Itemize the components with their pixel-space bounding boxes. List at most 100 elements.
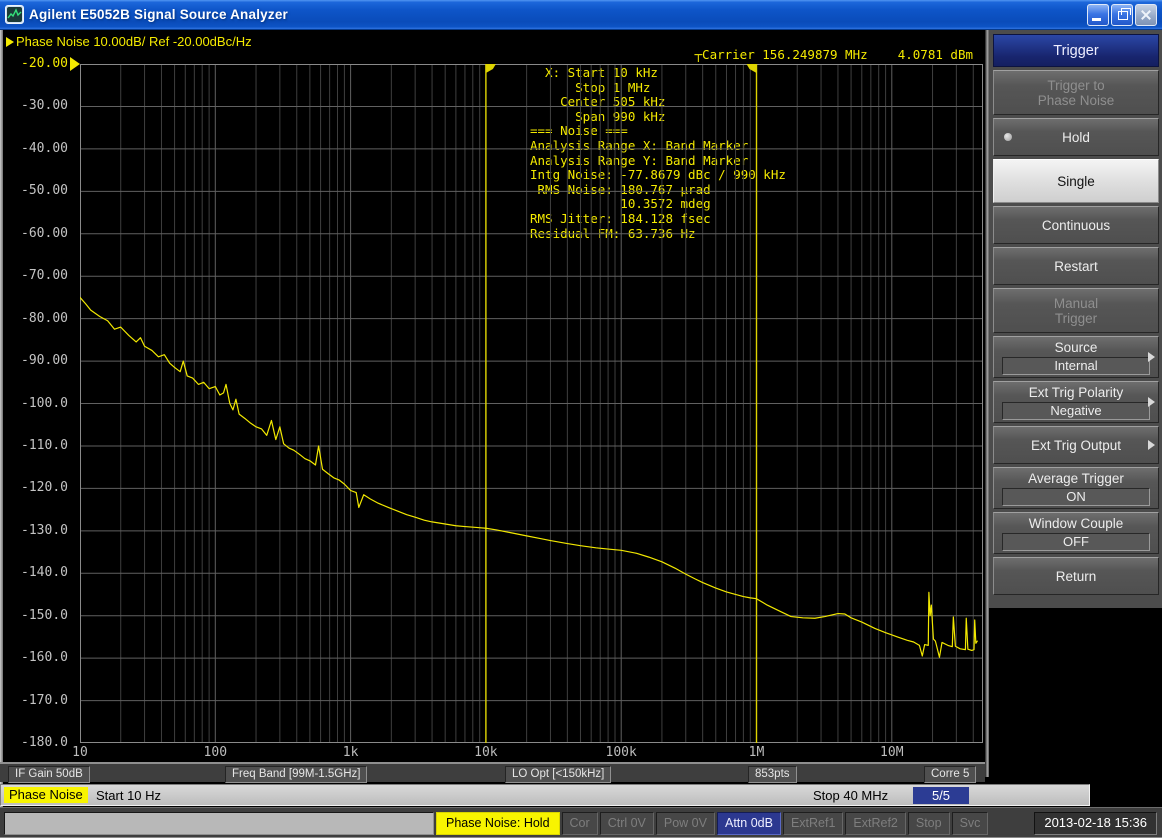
carrier-frequency: 156.249879 MHz [762, 47, 867, 62]
x-axis-label: 10k [474, 745, 497, 760]
reference-level-marker-icon[interactable] [70, 57, 80, 71]
status-state-badge: Phase Noise: Hold [436, 812, 560, 835]
graph-panel: Phase Noise 10.00dB/ Ref -20.00dBc/Hz ┬C… [0, 30, 988, 762]
y-axis-label: -130.0 [12, 523, 68, 538]
sidebar: Trigger Trigger toPhase Noise Hold Single C… [989, 30, 1162, 608]
submenu-arrow-icon [1148, 397, 1155, 407]
band-marker-flag-icon[interactable] [486, 64, 496, 73]
button-label: Ext Trig Output [1031, 438, 1121, 453]
selected-dot-icon [1004, 133, 1012, 141]
carrier-power: 4.0781 dBm [898, 47, 973, 62]
y-axis-label: -150.0 [12, 608, 68, 623]
y-axis-label: -90.00 [12, 353, 68, 368]
ext-trig-polarity-button[interactable]: Ext Trig Polarity Negative [993, 381, 1159, 423]
manual-trigger-button: ManualTrigger [993, 288, 1159, 333]
y-axis-label: -70.00 [12, 268, 68, 283]
button-label: Manual [1054, 296, 1098, 311]
message-field [4, 812, 434, 835]
button-label: Hold [1062, 130, 1090, 145]
if-gain-field[interactable]: IF Gain 50dB [8, 766, 90, 783]
y-axis-label: -140.0 [12, 565, 68, 580]
status-bar: Phase Noise: Hold CorCtrl 0VPow 0VAttn 0… [0, 807, 1162, 838]
status-item-stop: Stop [908, 812, 950, 835]
restore-button[interactable] [1111, 4, 1133, 26]
status-item-pow-0v: Pow 0V [656, 812, 715, 835]
lo-opt-field[interactable]: LO Opt [<150kHz] [505, 766, 611, 783]
trigger-to-phase-noise-button: Trigger toPhase Noise [993, 70, 1159, 115]
single-button[interactable]: Single [993, 159, 1159, 203]
submenu-arrow-icon [1148, 352, 1155, 362]
datetime-field: 2013-02-18 15:36 [1034, 812, 1157, 835]
window-titlebar: Agilent E5052B Signal Source Analyzer [0, 0, 1162, 30]
button-label: Phase Noise [1038, 93, 1115, 108]
average-trigger-value: ON [1002, 488, 1150, 506]
button-label: Restart [1054, 259, 1098, 274]
plot-area[interactable]: X: Start 10 kHz Stop 1 MHz Center 505 kH… [80, 64, 983, 743]
app-icon [5, 5, 24, 24]
button-label: Average Trigger [1028, 471, 1124, 486]
points-field[interactable]: 853pts [748, 766, 797, 783]
status-item-ctrl-0v: Ctrl 0V [600, 812, 654, 835]
y-axis-label: -40.00 [12, 141, 68, 156]
band-marker-flag-icon[interactable] [747, 64, 757, 73]
button-label: Window Couple [1029, 516, 1124, 531]
average-trigger-button[interactable]: Average Trigger ON [993, 467, 1159, 509]
ext-trig-polarity-value: Negative [1002, 402, 1150, 420]
status-item-attn-0db: Attn 0dB [717, 812, 781, 835]
panel-frame [0, 30, 3, 807]
y-axis-label: -30.00 [12, 98, 68, 113]
button-label: Return [1056, 569, 1097, 584]
x-axis-label: 100 [204, 745, 227, 760]
button-label: Trigger [1055, 311, 1097, 326]
meas-bar: IF Gain 50dB Freq Band [99M-1.5GHz] LO O… [0, 762, 985, 782]
window-couple-button[interactable]: Window Couple OFF [993, 512, 1159, 554]
freq-band-field[interactable]: Freq Band [99M-1.5GHz] [225, 766, 367, 783]
x-axis-label: 1k [343, 745, 359, 760]
trace-marker-icon [6, 37, 14, 47]
phase-noise-chart [80, 64, 983, 743]
window-title: Agilent E5052B Signal Source Analyzer [29, 7, 288, 22]
y-axis-label: -160.0 [12, 650, 68, 665]
ext-trig-output-button[interactable]: Ext Trig Output [993, 426, 1159, 464]
close-button[interactable] [1135, 4, 1157, 26]
minimize-button[interactable] [1087, 4, 1109, 26]
sidebar-header: Trigger [993, 34, 1159, 67]
trace-header: Phase Noise 10.00dB/ Ref -20.00dBc/Hz [6, 34, 252, 49]
y-axis-label: -60.00 [12, 226, 68, 241]
status-item-extref2: ExtRef2 [845, 812, 905, 835]
y-axis-label: -20.00 [12, 56, 68, 71]
sweep-stop: Stop 40 MHz [813, 788, 888, 803]
x-axis-label: 10 [72, 745, 88, 760]
window-couple-value: OFF [1002, 533, 1150, 551]
x-axis-label: 1M [749, 745, 765, 760]
status-item-svc: Svc [952, 812, 989, 835]
status-item-cor: Cor [562, 812, 598, 835]
mode-badge[interactable]: Phase Noise [4, 787, 88, 803]
y-axis-label: -120.0 [12, 480, 68, 495]
return-button[interactable]: Return [993, 557, 1159, 595]
correction-field[interactable]: Corre 5 [924, 766, 976, 783]
carrier-readout: ┬Carrier 156.249879 MHz 4.0781 dBm [695, 47, 973, 62]
restore-icon [1118, 11, 1128, 20]
button-label: Source [1055, 340, 1098, 355]
y-axis-label: -80.00 [12, 311, 68, 326]
button-label: Single [1057, 174, 1095, 189]
y-axis-label: -170.0 [12, 693, 68, 708]
y-axis-label: -50.00 [12, 183, 68, 198]
y-axis-label: -180.0 [12, 735, 68, 750]
submenu-arrow-icon [1148, 440, 1155, 450]
restart-button[interactable]: Restart [993, 247, 1159, 285]
y-axis-label: -110.0 [12, 438, 68, 453]
continuous-button[interactable]: Continuous [993, 206, 1159, 244]
button-label: Ext Trig Polarity [1029, 385, 1124, 400]
average-count-badge: 5/5 [913, 787, 969, 804]
source-value: Internal [1002, 357, 1150, 375]
minimize-icon [1092, 18, 1101, 21]
x-axis-label: 100k [606, 745, 637, 760]
source-button[interactable]: Source Internal [993, 336, 1159, 378]
phase-noise-trace [80, 297, 978, 657]
button-label: Continuous [1042, 218, 1110, 233]
status-item-extref1: ExtRef1 [783, 812, 843, 835]
button-label: Trigger to [1047, 78, 1104, 93]
hold-button[interactable]: Hold [993, 118, 1159, 156]
